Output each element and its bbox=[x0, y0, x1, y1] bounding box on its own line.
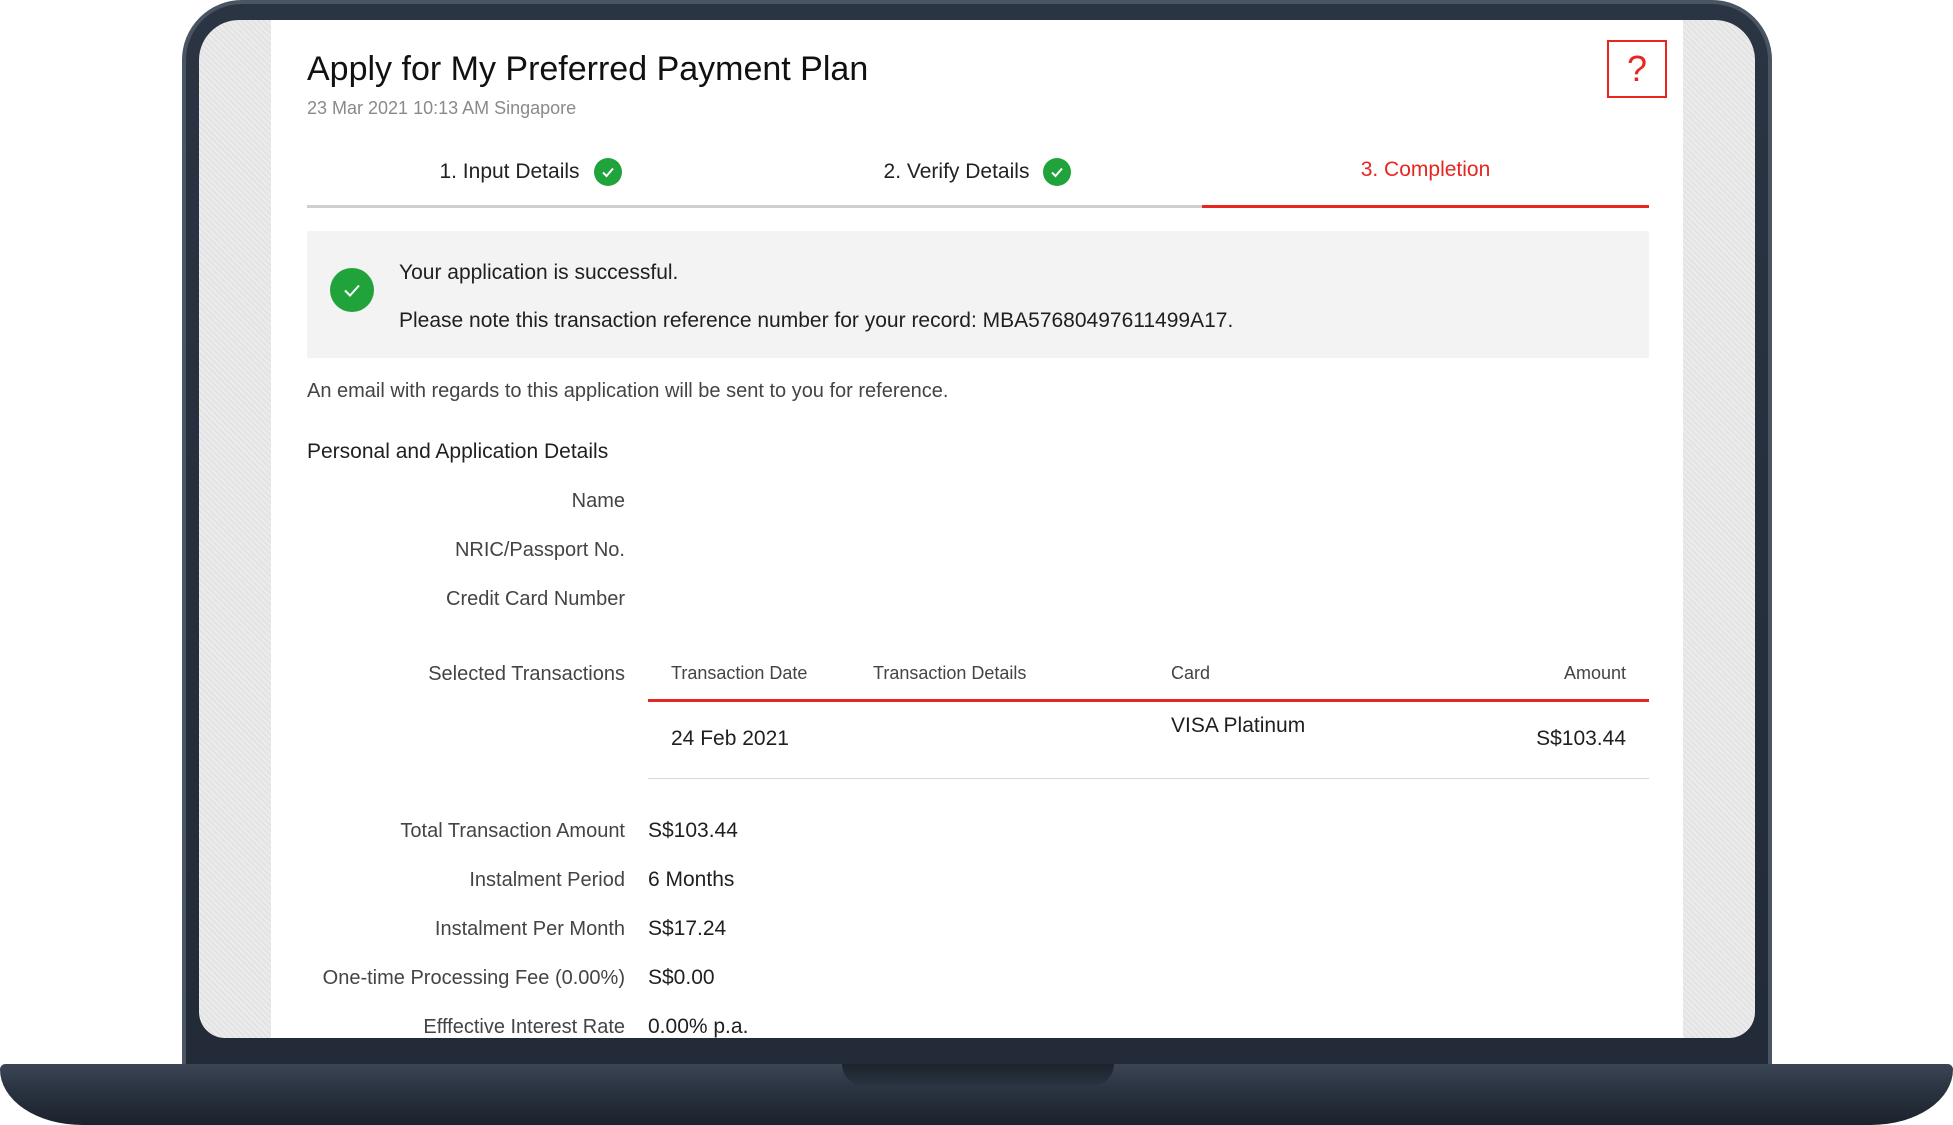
summary-value-fee: S$0.00 bbox=[648, 966, 715, 989]
application-page: ? Apply for My Preferred Payment Plan 23… bbox=[271, 20, 1683, 1038]
transaction-amount: S$103.44 bbox=[1536, 727, 1626, 750]
column-header-date: Transaction Date bbox=[671, 663, 808, 683]
summary-label-interest: Efffective Interest Rate bbox=[423, 1016, 625, 1038]
success-message: Your application is successful. bbox=[399, 261, 679, 284]
transactions-table: Transaction Date Transaction Details Car… bbox=[648, 660, 1649, 779]
check-circle-icon bbox=[593, 158, 622, 186]
step-label: 1. Input Details bbox=[439, 160, 580, 183]
email-note: An email with regards to this applicatio… bbox=[307, 380, 949, 402]
selected-transactions-label: Selected Transactions bbox=[428, 663, 625, 685]
table-row: 24 Feb 2021 VISA Platinum S$103.44 bbox=[648, 702, 1649, 779]
success-banner: Your application is successful. Please n… bbox=[307, 231, 1649, 358]
summary-label-per-month: Instalment Per Month bbox=[434, 918, 625, 940]
laptop-notch bbox=[842, 1064, 1114, 1086]
column-header-amount: Amount bbox=[1563, 663, 1626, 683]
summary-label-fee: One-time Processing Fee (0.00%) bbox=[322, 967, 625, 989]
step-verify-details: 2. Verify Details bbox=[754, 158, 1201, 186]
nric-label: NRIC/Passport No. bbox=[454, 539, 625, 561]
check-circle-icon bbox=[330, 268, 374, 312]
summary-label-total: Total Transaction Amount bbox=[400, 820, 625, 842]
page-title: Apply for My Preferred Payment Plan bbox=[307, 50, 869, 88]
name-label: Name bbox=[571, 490, 625, 512]
column-header-details: Transaction Details bbox=[873, 663, 1027, 683]
step-label: 3. Completion bbox=[1360, 158, 1491, 181]
step-completion: 3. Completion bbox=[1202, 158, 1649, 182]
summary-value-per-month: S$17.24 bbox=[648, 917, 727, 940]
check-circle-icon bbox=[1043, 158, 1072, 186]
question-mark-icon: ? bbox=[1626, 48, 1648, 89]
help-button[interactable]: ? bbox=[1607, 40, 1667, 98]
step-label: 2. Verify Details bbox=[883, 160, 1030, 183]
progress-stepper: 1. Input Details 2. Verify Details 3. Co… bbox=[307, 148, 1649, 208]
column-header-card: Card bbox=[1171, 663, 1211, 683]
table-header: Transaction Date Transaction Details Car… bbox=[648, 660, 1649, 702]
page-timestamp: 23 Mar 2021 10:13 AM Singapore bbox=[307, 98, 577, 118]
transaction-date: 24 Feb 2021 bbox=[671, 727, 789, 750]
summary-value-period: 6 Months bbox=[648, 868, 735, 891]
card-number-label: Credit Card Number bbox=[446, 588, 625, 610]
reference-note: Please note this transaction reference n… bbox=[399, 309, 1234, 332]
transaction-card: VISA Platinum bbox=[1171, 714, 1306, 737]
active-step-underline bbox=[1202, 205, 1649, 208]
summary-value-total: S$103.44 bbox=[648, 819, 738, 842]
section-title: Personal and Application Details bbox=[307, 440, 609, 463]
summary-label-period: Instalment Period bbox=[469, 869, 625, 891]
step-input-details: 1. Input Details bbox=[307, 158, 754, 186]
summary-value-interest: 0.00% p.a. bbox=[648, 1015, 749, 1038]
laptop-screen: ? Apply for My Preferred Payment Plan 23… bbox=[199, 20, 1755, 1038]
